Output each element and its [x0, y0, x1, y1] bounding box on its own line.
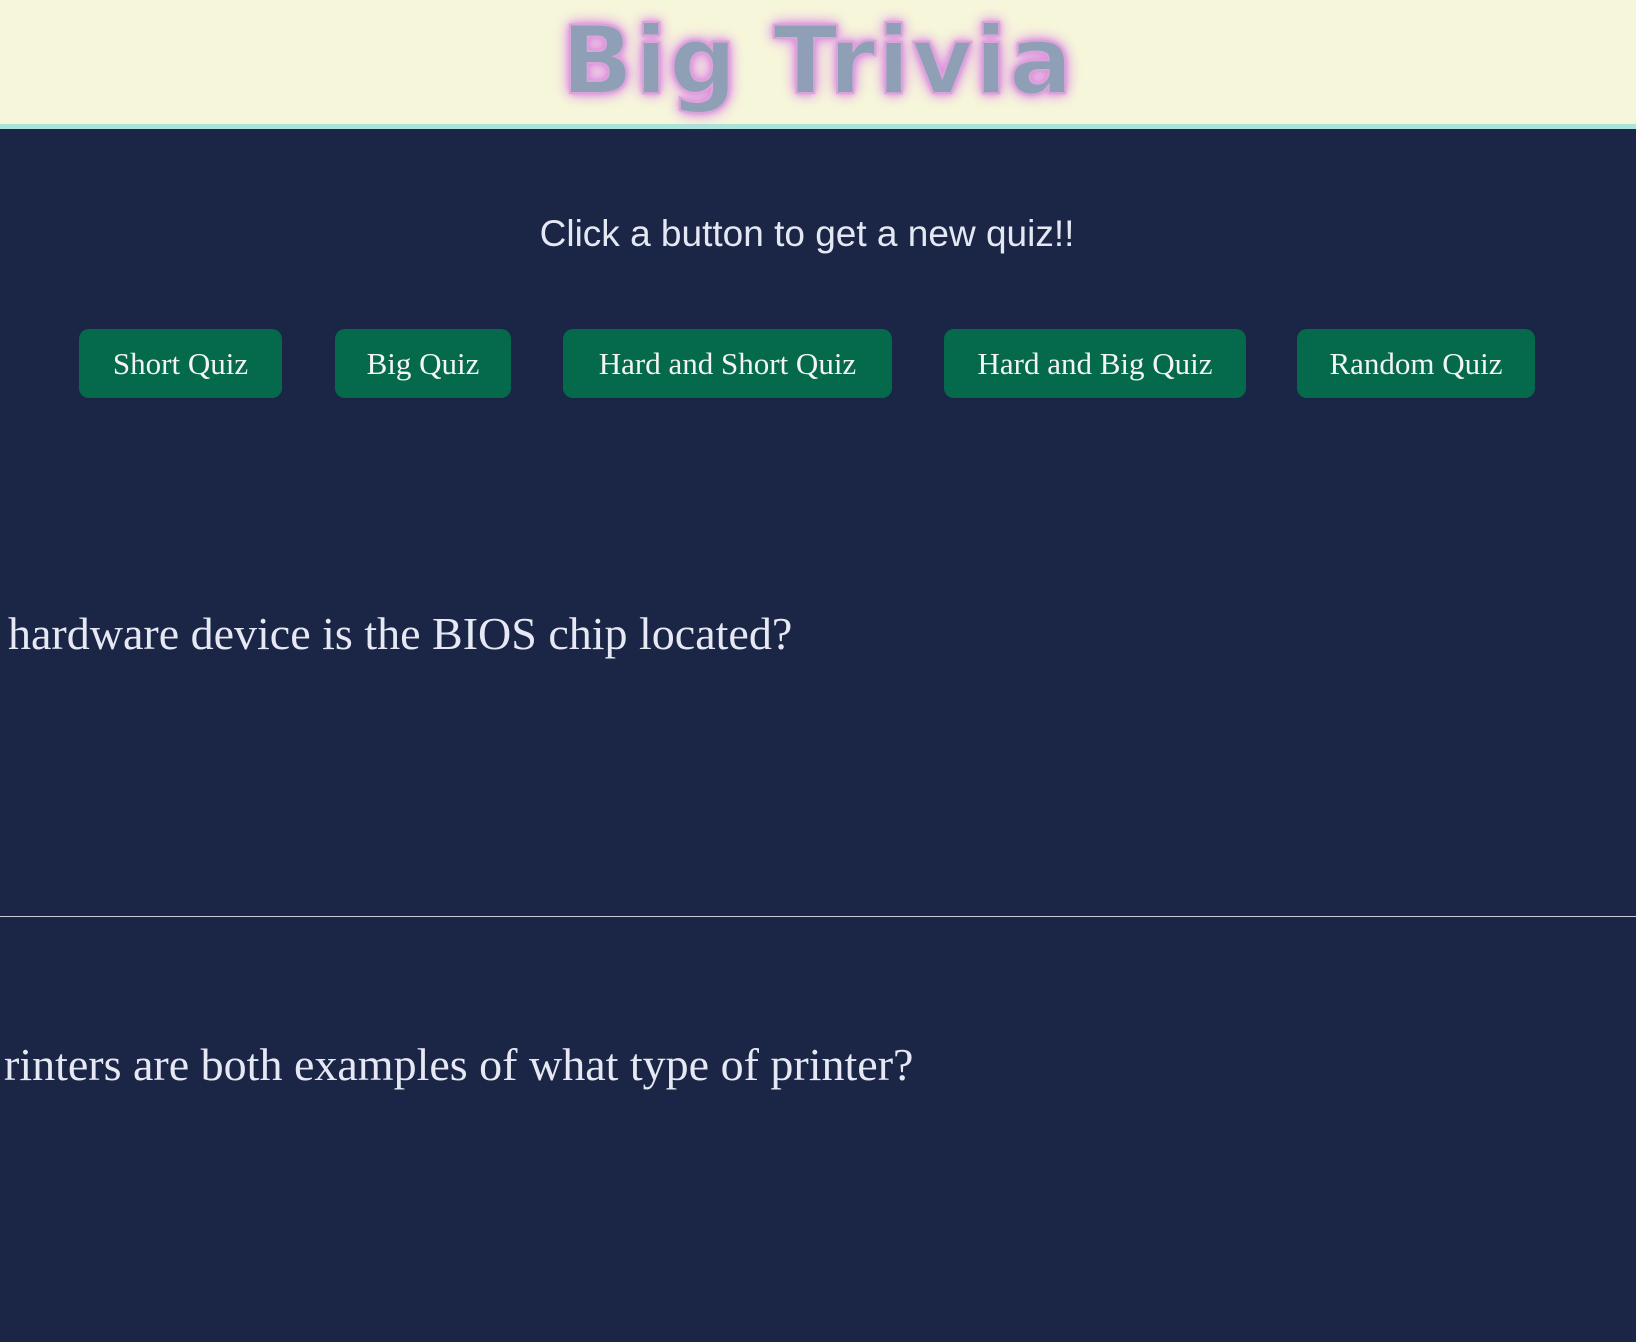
site-header: Big Trivia — [0, 0, 1636, 129]
question-divider — [0, 916, 1636, 917]
big-quiz-button[interactable]: Big Quiz — [335, 329, 511, 398]
short-quiz-button[interactable]: Short Quiz — [79, 329, 282, 398]
question-text: hardware device is the BIOS chip located… — [8, 608, 793, 659]
question-text: rinters are both examples of what type o… — [4, 1039, 914, 1090]
random-quiz-button[interactable]: Random Quiz — [1297, 329, 1535, 398]
hard-and-short-quiz-button[interactable]: Hard and Short Quiz — [563, 329, 892, 398]
hard-and-big-quiz-button[interactable]: Hard and Big Quiz — [944, 329, 1246, 398]
site-title: Big Trivia — [560, 6, 1075, 117]
main-content: Click a button to get a new quiz!! Short… — [0, 129, 1636, 1342]
quiz-prompt: Click a button to get a new quiz!! — [539, 213, 1075, 254]
